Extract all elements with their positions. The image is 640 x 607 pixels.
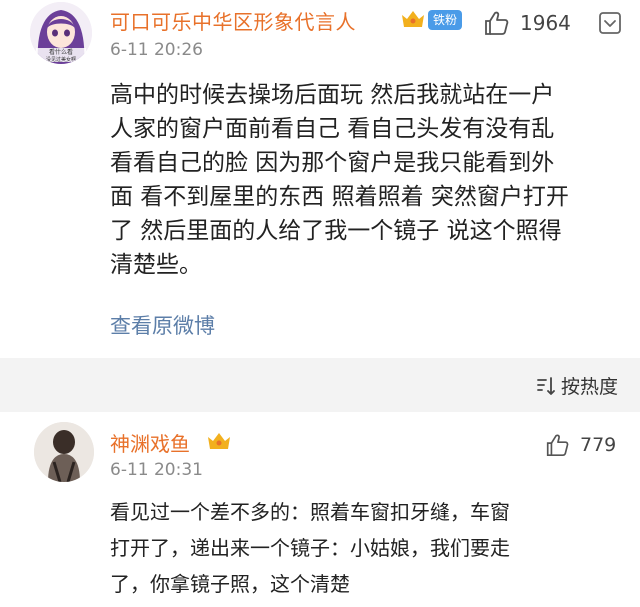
post-body: 高中的时候去操场后面玩 然后我就站在一户 人家的窗户面前看自己 看自己头发有没有… <box>110 78 630 282</box>
avatar-caption-1: 看什么看 <box>49 48 73 56</box>
more-icon[interactable] <box>598 11 622 35</box>
vip-crown-icon <box>208 433 230 449</box>
post-body-line: 看看自己的脸 因为那个窗户是我只能看到外 <box>110 150 555 176</box>
comment-body-line: 了，你拿镜子照，这个清楚 <box>110 572 350 596</box>
sort-icon <box>537 376 555 395</box>
vip-crown-icon <box>402 11 424 27</box>
post-body-line: 了 然后里面的人给了我一个镜子 说这个照得 <box>110 218 562 244</box>
comment-username[interactable]: 神渊戏鱼 <box>110 428 190 457</box>
post-body-line: 高中的时候去操场后面玩 然后我就站在一户 <box>110 82 555 108</box>
thumbs-up-icon <box>485 11 509 35</box>
post-like-button[interactable]: 1964 <box>482 8 571 38</box>
post-timestamp: 6-11 20:26 <box>110 40 203 60</box>
avatar-caption-2: 没见过美女啊 <box>46 56 76 63</box>
comment-like-count: 779 <box>580 434 617 456</box>
anime-avatar-image: 看什么看 没见过美女啊 <box>30 2 92 64</box>
post-username[interactable]: 可口可乐中华区形象代言人 <box>110 6 356 35</box>
post-avatar[interactable]: 看什么看 没见过美女啊 <box>30 2 92 64</box>
thumbs-up-icon <box>546 434 569 457</box>
post-body-line: 清楚些。 <box>110 252 202 278</box>
fan-badge: 铁粉 <box>428 10 463 30</box>
sort-label: 按热度 <box>560 376 618 398</box>
post-body-line: 面 看不到屋里的东西 照着照着 突然窗户打开 <box>110 184 569 210</box>
comment-timestamp: 6-11 20:31 <box>110 460 203 480</box>
view-original-link[interactable]: 查看原微博 <box>110 310 215 340</box>
comment-like-button[interactable]: 779 <box>544 430 616 460</box>
photo-avatar-image <box>34 422 94 482</box>
sort-button[interactable]: 按热度 <box>535 372 618 399</box>
comment-body-line: 看见过一个差不多的：照着车窗扣牙缝，车窗 <box>110 500 510 524</box>
comment-body: 看见过一个差不多的：照着车窗扣牙缝，车窗 打开了，递出来一个镜子：小姑娘，我们要… <box>110 494 630 602</box>
comment-avatar[interactable] <box>34 422 94 482</box>
post-body-line: 人家的窗户面前看自己 看自己头发有没有乱 <box>110 116 555 142</box>
post-like-count: 1964 <box>520 11 571 35</box>
comment-body-line: 打开了，递出来一个镜子：小姑娘，我们要走 <box>110 536 510 560</box>
